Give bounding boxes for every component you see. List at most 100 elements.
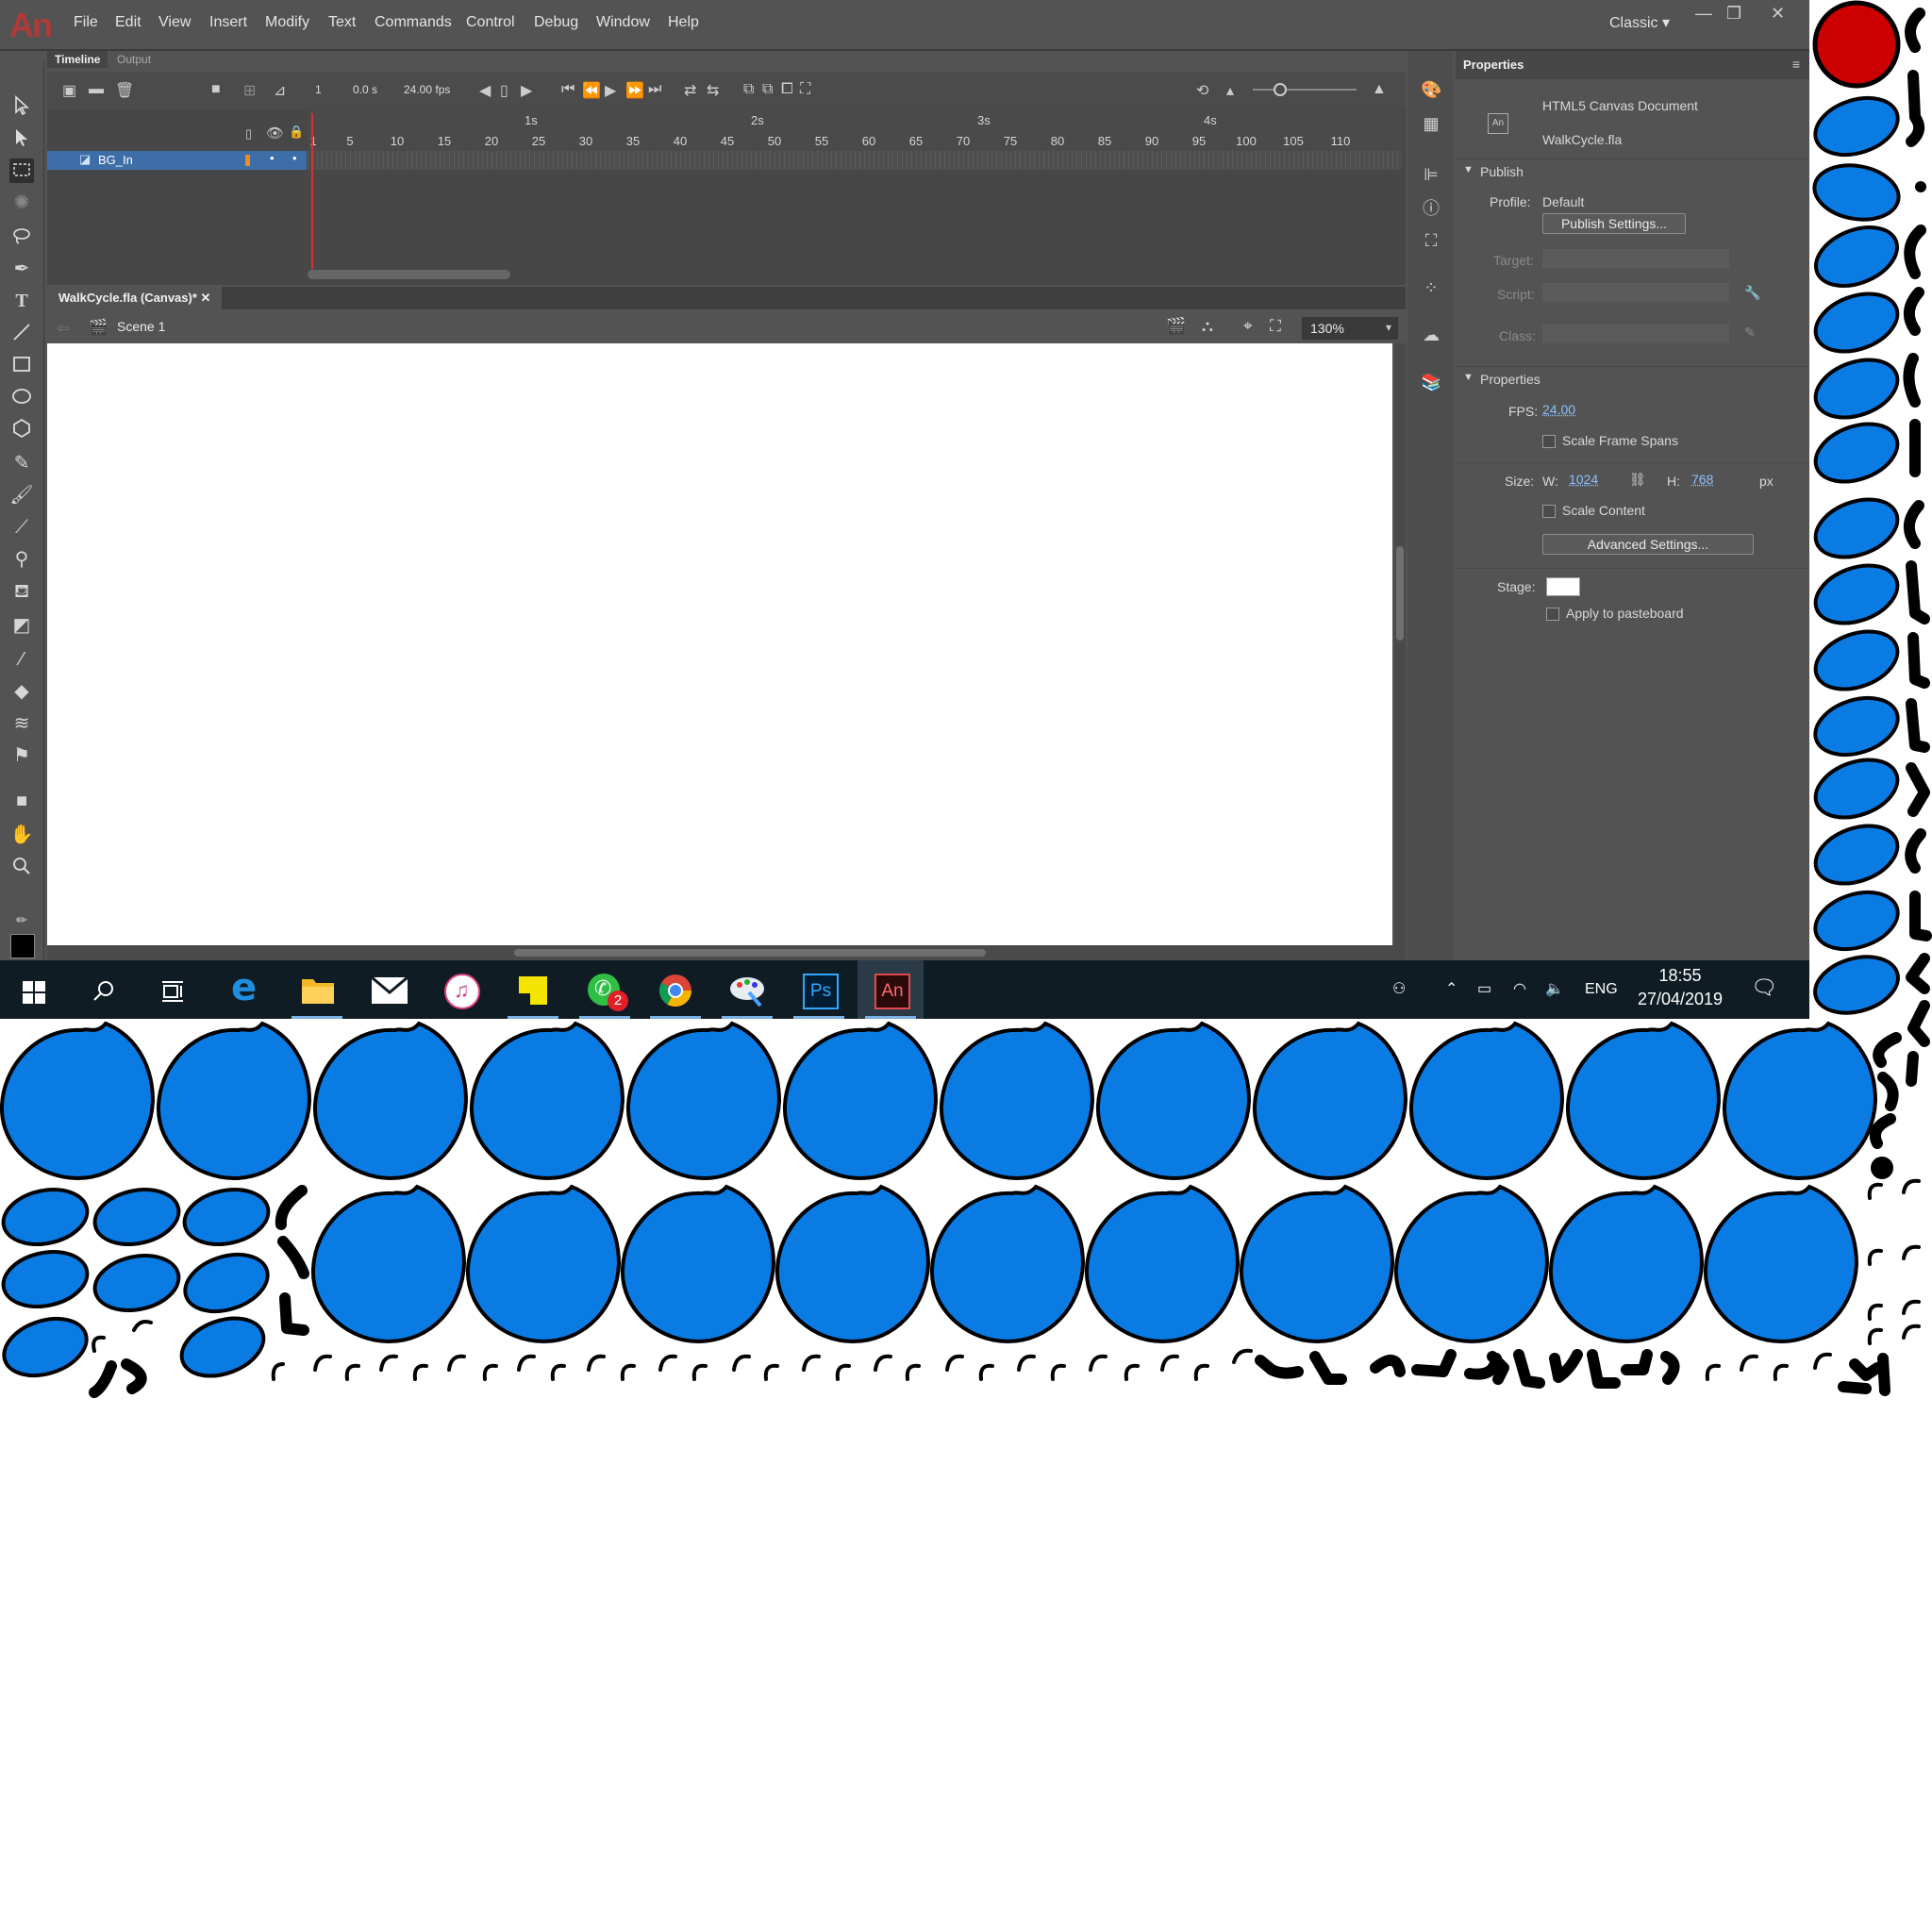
highlight-layer-icon[interactable]: ▯ bbox=[245, 126, 252, 142]
edit-multiple-frames-icon[interactable]: ⧠ bbox=[781, 81, 793, 98]
info-panel-icon[interactable]: ⓘ bbox=[1421, 198, 1441, 219]
stage-color-swatch[interactable] bbox=[1546, 577, 1580, 596]
show-hidden-icons-icon[interactable]: ⌃ bbox=[1445, 979, 1457, 998]
eraser-tool-icon[interactable]: ◆ bbox=[9, 679, 34, 704]
oval-tool-icon[interactable] bbox=[9, 385, 34, 409]
free-transform-tool-icon[interactable] bbox=[9, 158, 34, 183]
lock-icon[interactable]: 🔒 bbox=[289, 125, 304, 140]
paint-app[interactable] bbox=[714, 960, 780, 1019]
asset-warp-tool-icon[interactable]: ⚑ bbox=[9, 743, 34, 768]
polystar-tool-icon[interactable] bbox=[9, 417, 34, 441]
menu-edit[interactable]: Edit bbox=[115, 14, 142, 31]
stroke-color-icon[interactable]: ✏ bbox=[9, 908, 34, 932]
swatches-panel-icon[interactable]: ▦ bbox=[1421, 113, 1441, 134]
properties-tab[interactable]: Properties bbox=[1463, 58, 1524, 72]
clip-stage-icon[interactable]: ⛶ bbox=[1270, 317, 1281, 336]
tab-output[interactable]: Output bbox=[109, 51, 158, 68]
back-arrow-icon[interactable]: ⇦ bbox=[57, 319, 69, 338]
rectangle-tool-icon[interactable] bbox=[9, 353, 34, 377]
timeline-zoom-slider[interactable] bbox=[1253, 89, 1357, 91]
layer-color-marker[interactable] bbox=[245, 155, 250, 166]
current-time[interactable]: 0.0 s bbox=[353, 83, 377, 96]
menu-insert[interactable]: Insert bbox=[209, 14, 247, 31]
stage-canvas[interactable] bbox=[47, 343, 1392, 945]
minimize-icon[interactable]: — bbox=[1695, 4, 1712, 24]
vertical-scroll-thumb[interactable] bbox=[1396, 546, 1404, 641]
wrench-icon[interactable]: 🔧 bbox=[1744, 285, 1760, 301]
class-input[interactable] bbox=[1542, 325, 1729, 343]
height-value[interactable]: 768 bbox=[1691, 472, 1713, 487]
undo-zoom-icon[interactable]: ⟲ bbox=[1196, 81, 1208, 100]
properties-section-title[interactable]: Properties bbox=[1480, 372, 1541, 387]
volume-icon[interactable]: 🔈 bbox=[1545, 979, 1564, 998]
fill-color-swatch[interactable] bbox=[10, 934, 35, 958]
menu-modify[interactable]: Modify bbox=[265, 14, 309, 31]
animate-app[interactable]: An bbox=[858, 960, 924, 1019]
publish-settings-button[interactable]: Publish Settings... bbox=[1542, 213, 1686, 234]
itunes-app[interactable]: ♫ bbox=[428, 960, 494, 1019]
modify-markers-icon[interactable]: ⛶ bbox=[800, 81, 810, 98]
target-select[interactable] bbox=[1542, 249, 1729, 268]
people-icon[interactable]: ⚇ bbox=[1392, 979, 1406, 998]
layer-row[interactable]: ◪ BG_In • • bbox=[47, 151, 307, 170]
edge-app[interactable]: e bbox=[212, 960, 278, 1019]
center-stage-icon[interactable]: ⌖ bbox=[1243, 317, 1253, 336]
transform-panel-icon[interactable]: ⛶ bbox=[1421, 230, 1441, 251]
camera-icon[interactable]: ■ bbox=[211, 81, 221, 98]
menu-window[interactable]: Window bbox=[596, 14, 650, 31]
frame-back-icon[interactable]: ◀ bbox=[479, 81, 491, 100]
link-icon[interactable]: ⛓ bbox=[1629, 472, 1646, 488]
hand-tool-icon[interactable]: ✋ bbox=[9, 823, 34, 847]
photoshop-app[interactable]: Ps bbox=[786, 960, 852, 1019]
file-explorer-app[interactable] bbox=[284, 960, 350, 1019]
go-to-first-icon[interactable]: ⏮ bbox=[561, 81, 575, 98]
mail-app[interactable] bbox=[357, 960, 423, 1019]
menu-debug[interactable]: Debug bbox=[534, 14, 578, 31]
language-indicator[interactable]: ENG bbox=[1585, 981, 1618, 998]
onion-outline-icon[interactable]: ⧉ bbox=[762, 81, 773, 98]
scale-frame-spans-checkbox[interactable] bbox=[1542, 435, 1556, 448]
publish-section-toggle-icon[interactable]: ▼ bbox=[1463, 164, 1474, 175]
onion-skin-icon[interactable]: ⧉ bbox=[743, 81, 754, 98]
pencil-tool-icon[interactable]: ✎ bbox=[9, 451, 34, 475]
sticky-notes-app[interactable] bbox=[500, 960, 566, 1019]
timeline-scrollbar[interactable] bbox=[308, 270, 510, 279]
brush-tool-icon[interactable]: ⟋ bbox=[9, 515, 34, 540]
new-layer-icon[interactable]: ▣ bbox=[62, 81, 76, 100]
script-select[interactable] bbox=[1542, 283, 1729, 302]
align-panel-icon[interactable]: ⊫ bbox=[1421, 164, 1441, 185]
zoom-dropdown[interactable]: 130% ▾ bbox=[1302, 317, 1398, 340]
text-tool-icon[interactable]: T bbox=[9, 289, 34, 313]
new-folder-icon[interactable]: ▬ bbox=[89, 81, 104, 98]
stage-horizontal-scrollbar[interactable] bbox=[47, 945, 1406, 960]
paint-bucket-tool-icon[interactable]: ⛾ bbox=[9, 579, 34, 604]
go-to-last-icon[interactable]: ⏭ bbox=[648, 81, 661, 98]
chrome-app[interactable] bbox=[642, 960, 708, 1019]
ink-bottle-tool-icon[interactable]: ◩ bbox=[9, 613, 34, 638]
close-icon[interactable]: ✕ bbox=[1771, 4, 1785, 24]
clock[interactable]: 18:55 27/04/2019 bbox=[1635, 966, 1725, 1009]
bone-tool-icon[interactable]: ⚲ bbox=[9, 547, 34, 572]
selection-tool-icon[interactable] bbox=[9, 94, 34, 119]
layer-lock-dot[interactable]: • bbox=[292, 151, 297, 165]
zoom-in-icon[interactable]: ▲ bbox=[1372, 81, 1387, 98]
whatsapp-app[interactable]: ✆ 2 bbox=[572, 960, 638, 1019]
step-forward-icon[interactable]: ⏩ bbox=[625, 81, 644, 100]
advanced-settings-button[interactable]: Advanced Settings... bbox=[1542, 534, 1754, 555]
search-button[interactable] bbox=[71, 960, 137, 1019]
menu-help[interactable]: Help bbox=[668, 14, 699, 31]
zoom-tool-icon[interactable] bbox=[9, 855, 34, 879]
menu-view[interactable]: View bbox=[158, 14, 191, 31]
battery-icon[interactable]: ▭ bbox=[1477, 979, 1491, 998]
apply-to-pasteboard-checkbox[interactable] bbox=[1546, 608, 1559, 621]
properties-section-toggle-icon[interactable]: ▼ bbox=[1463, 372, 1474, 383]
workspace-switcher[interactable]: Classic ▾ bbox=[1609, 13, 1670, 32]
camera-tool-icon[interactable]: ■ bbox=[9, 789, 34, 813]
delete-layer-icon[interactable]: 🗑 bbox=[115, 81, 134, 100]
layer-parenting-icon[interactable]: ⊞ bbox=[243, 81, 256, 100]
play-icon[interactable]: ▶ bbox=[605, 81, 616, 100]
lasso-tool-icon[interactable] bbox=[9, 225, 34, 249]
document-tab[interactable]: WalkCycle.fla (Canvas)* ✕ bbox=[47, 287, 223, 309]
current-frame[interactable]: 1 bbox=[315, 83, 322, 96]
paint-brush-tool-icon[interactable]: 🖌 bbox=[9, 483, 34, 508]
